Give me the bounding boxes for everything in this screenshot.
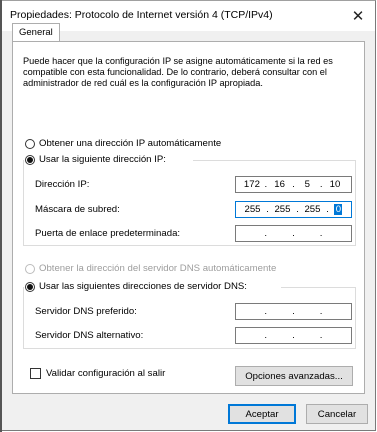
- preferred-dns-row: Servidor DNS preferido: . . .: [35, 301, 356, 321]
- cancel-button[interactable]: Cancelar: [306, 404, 368, 424]
- general-panel: Puede hacer que la configuración IP se a…: [12, 41, 365, 394]
- radio-obtain-ip-auto[interactable]: Obtener una dirección IP automáticamente: [25, 138, 221, 149]
- radio-label: Usar las siguientes direcciones de servi…: [39, 281, 247, 292]
- checkbox-icon: [30, 368, 41, 379]
- radio-label: Obtener la dirección del servidor DNS au…: [39, 263, 277, 274]
- subnet-mask-row: Máscara de subred: 255. 255. 255. 0: [35, 199, 356, 219]
- octet: 5: [304, 178, 310, 190]
- radio-use-dns[interactable]: Usar las siguientes direcciones de servi…: [25, 281, 251, 292]
- octet: 10: [329, 178, 341, 190]
- radio-label: Obtener una dirección IP automáticamente: [39, 138, 222, 149]
- radio-checked-icon: [25, 281, 35, 292]
- gateway-label: Puerta de enlace predeterminada:: [35, 227, 181, 239]
- radio-use-ip[interactable]: Usar la siguiente dirección IP:: [25, 154, 170, 165]
- ip-address-row: Dirección IP: 172. 16. 5. 10: [35, 174, 356, 194]
- subnet-mask-input[interactable]: 255. 255. 255. 0: [235, 200, 352, 218]
- alternate-dns-row: Servidor DNS alternativo: . . .: [35, 325, 356, 345]
- preferred-dns-input[interactable]: . . .: [235, 302, 352, 320]
- close-icon[interactable]: ✕: [341, 1, 375, 31]
- radio-icon: [25, 138, 35, 149]
- ip-address-input[interactable]: 172. 16. 5. 10: [235, 175, 352, 193]
- octet: 172: [243, 178, 260, 190]
- ok-button[interactable]: Aceptar: [228, 404, 296, 424]
- window-edge: [0, 0, 2, 432]
- octet: 255: [244, 203, 261, 215]
- subnet-mask-label: Máscara de subred:: [35, 203, 120, 215]
- group-divider: [281, 287, 356, 288]
- validate-on-exit-checkbox[interactable]: Validar configuración al salir: [30, 368, 165, 379]
- preferred-dns-label: Servidor DNS preferido:: [35, 305, 137, 317]
- radio-obtain-dns-auto[interactable]: Obtener la dirección del servidor DNS au…: [25, 263, 276, 274]
- dialog-window: Propiedades: Protocolo de Internet versi…: [0, 0, 376, 431]
- tab-general[interactable]: General: [12, 23, 60, 43]
- alternate-dns-input[interactable]: . . .: [235, 326, 352, 344]
- radio-disabled-icon: [25, 263, 35, 274]
- octet-selected: 0: [334, 203, 343, 215]
- window-title: Propiedades: Protocolo de Internet versi…: [10, 9, 273, 21]
- radio-checked-icon: [25, 154, 35, 165]
- advanced-options-button[interactable]: Opciones avanzadas...: [235, 366, 353, 386]
- octet: 16: [274, 178, 285, 190]
- octet: 255: [274, 203, 291, 215]
- octet: 255: [304, 203, 321, 215]
- group-divider: [193, 160, 356, 161]
- gateway-input[interactable]: . . .: [235, 224, 352, 242]
- checkbox-label: Validar configuración al salir: [46, 368, 166, 379]
- radio-label: Usar la siguiente dirección IP:: [39, 154, 166, 165]
- ip-address-label: Dirección IP:: [35, 178, 90, 190]
- description-text: Puede hacer que la configuración IP se a…: [23, 56, 333, 88]
- alternate-dns-label: Servidor DNS alternativo:: [35, 329, 144, 341]
- gateway-row: Puerta de enlace predeterminada: . . .: [35, 223, 356, 243]
